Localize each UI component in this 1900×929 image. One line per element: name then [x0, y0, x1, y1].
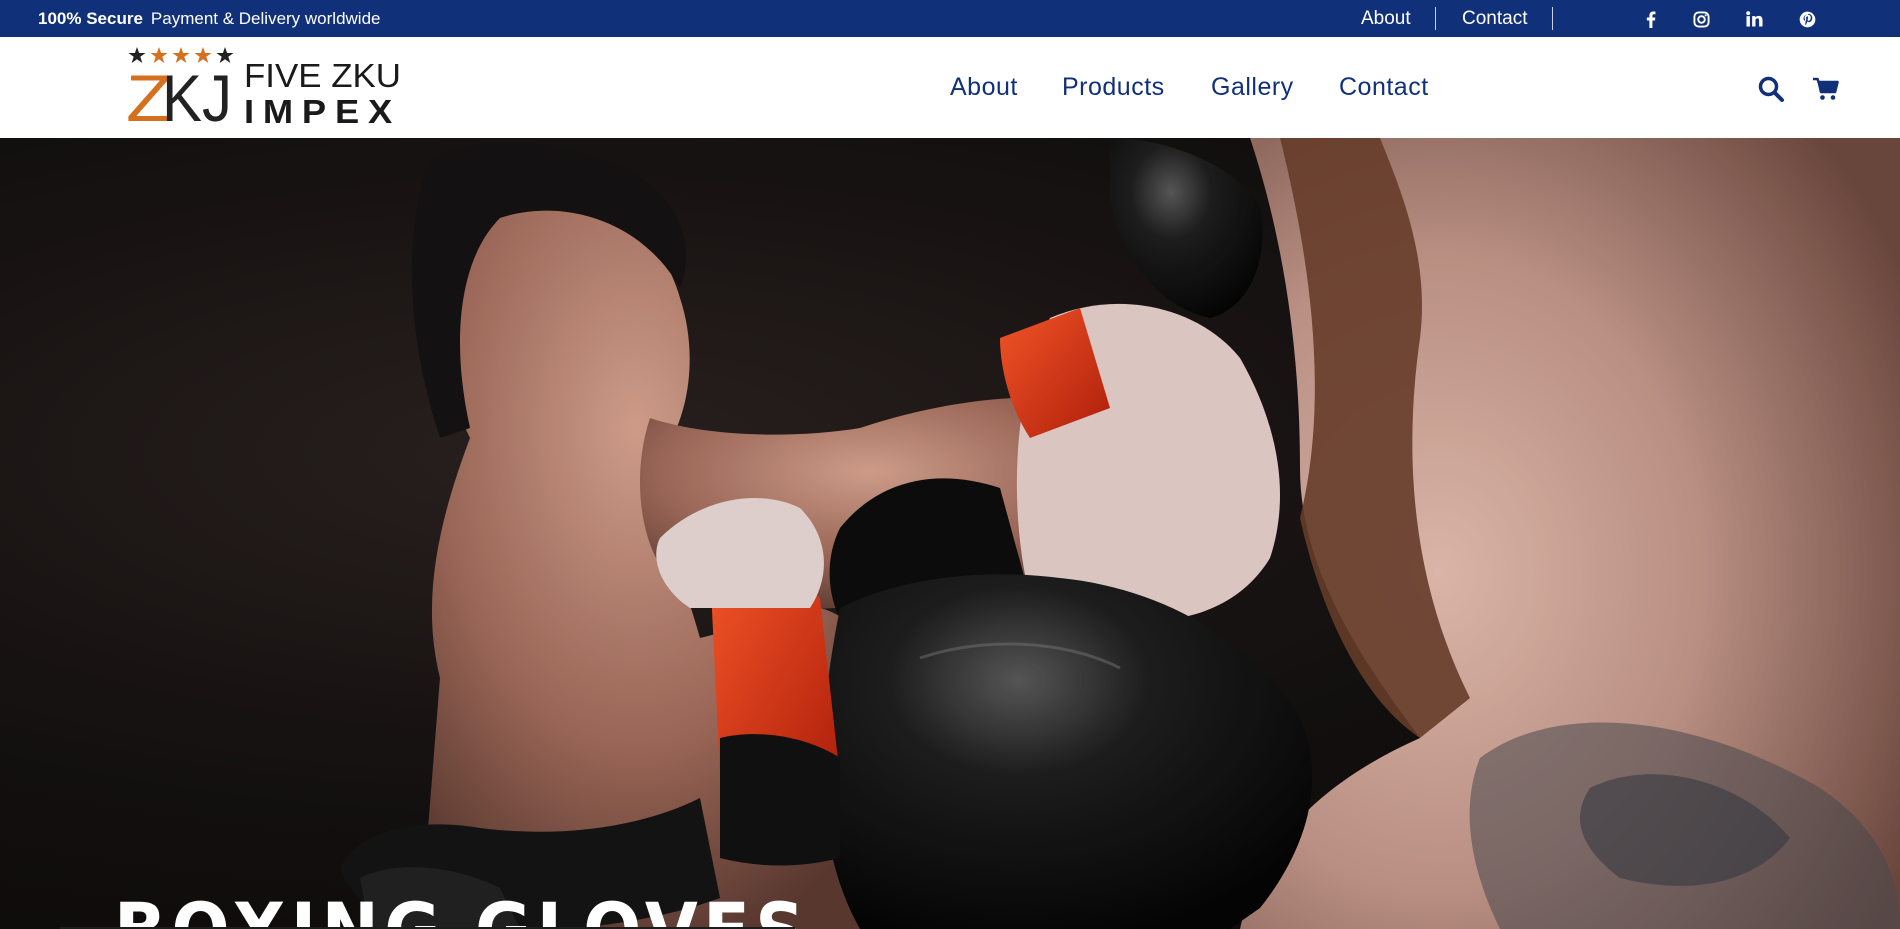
linkedin-icon[interactable]	[1743, 8, 1765, 30]
boxing-photo	[0, 138, 1900, 929]
promo-bold: 100% Secure	[38, 9, 143, 28]
top-bar: 100% Secure Payment & Delivery worldwide …	[0, 0, 1900, 37]
top-link-contact[interactable]: Contact	[1462, 0, 1527, 37]
divider	[1552, 7, 1553, 30]
facebook-icon[interactable]	[1640, 8, 1662, 30]
hero-title: BOXING GLOVES	[114, 886, 810, 929]
pinterest-icon[interactable]	[1796, 8, 1818, 30]
main-header: Z KJ FIVE ZKU IMPEX About Products Galle…	[0, 37, 1900, 138]
divider	[1435, 7, 1436, 30]
logo-monogram-kj: KJ	[162, 61, 232, 127]
site-logo[interactable]: Z KJ FIVE ZKU IMPEX	[126, 47, 403, 135]
hero-banner: BOXING GLOVES	[0, 138, 1900, 929]
top-link-about[interactable]: About	[1361, 0, 1411, 37]
promo-banner: 100% Secure Payment & Delivery worldwide	[38, 0, 381, 37]
nav-products[interactable]: Products	[1062, 73, 1165, 102]
instagram-icon[interactable]	[1690, 8, 1712, 30]
logo-wordmark-line2: IMPEX	[244, 93, 401, 127]
nav-about[interactable]: About	[950, 73, 1018, 102]
nav-gallery[interactable]: Gallery	[1211, 73, 1294, 102]
search-icon[interactable]	[1757, 75, 1785, 103]
nav-contact[interactable]: Contact	[1339, 73, 1429, 102]
logo-wordmark-line1: FIVE ZKU	[244, 57, 401, 94]
cart-icon[interactable]	[1812, 75, 1840, 103]
promo-text: Payment & Delivery worldwide	[150, 9, 381, 28]
